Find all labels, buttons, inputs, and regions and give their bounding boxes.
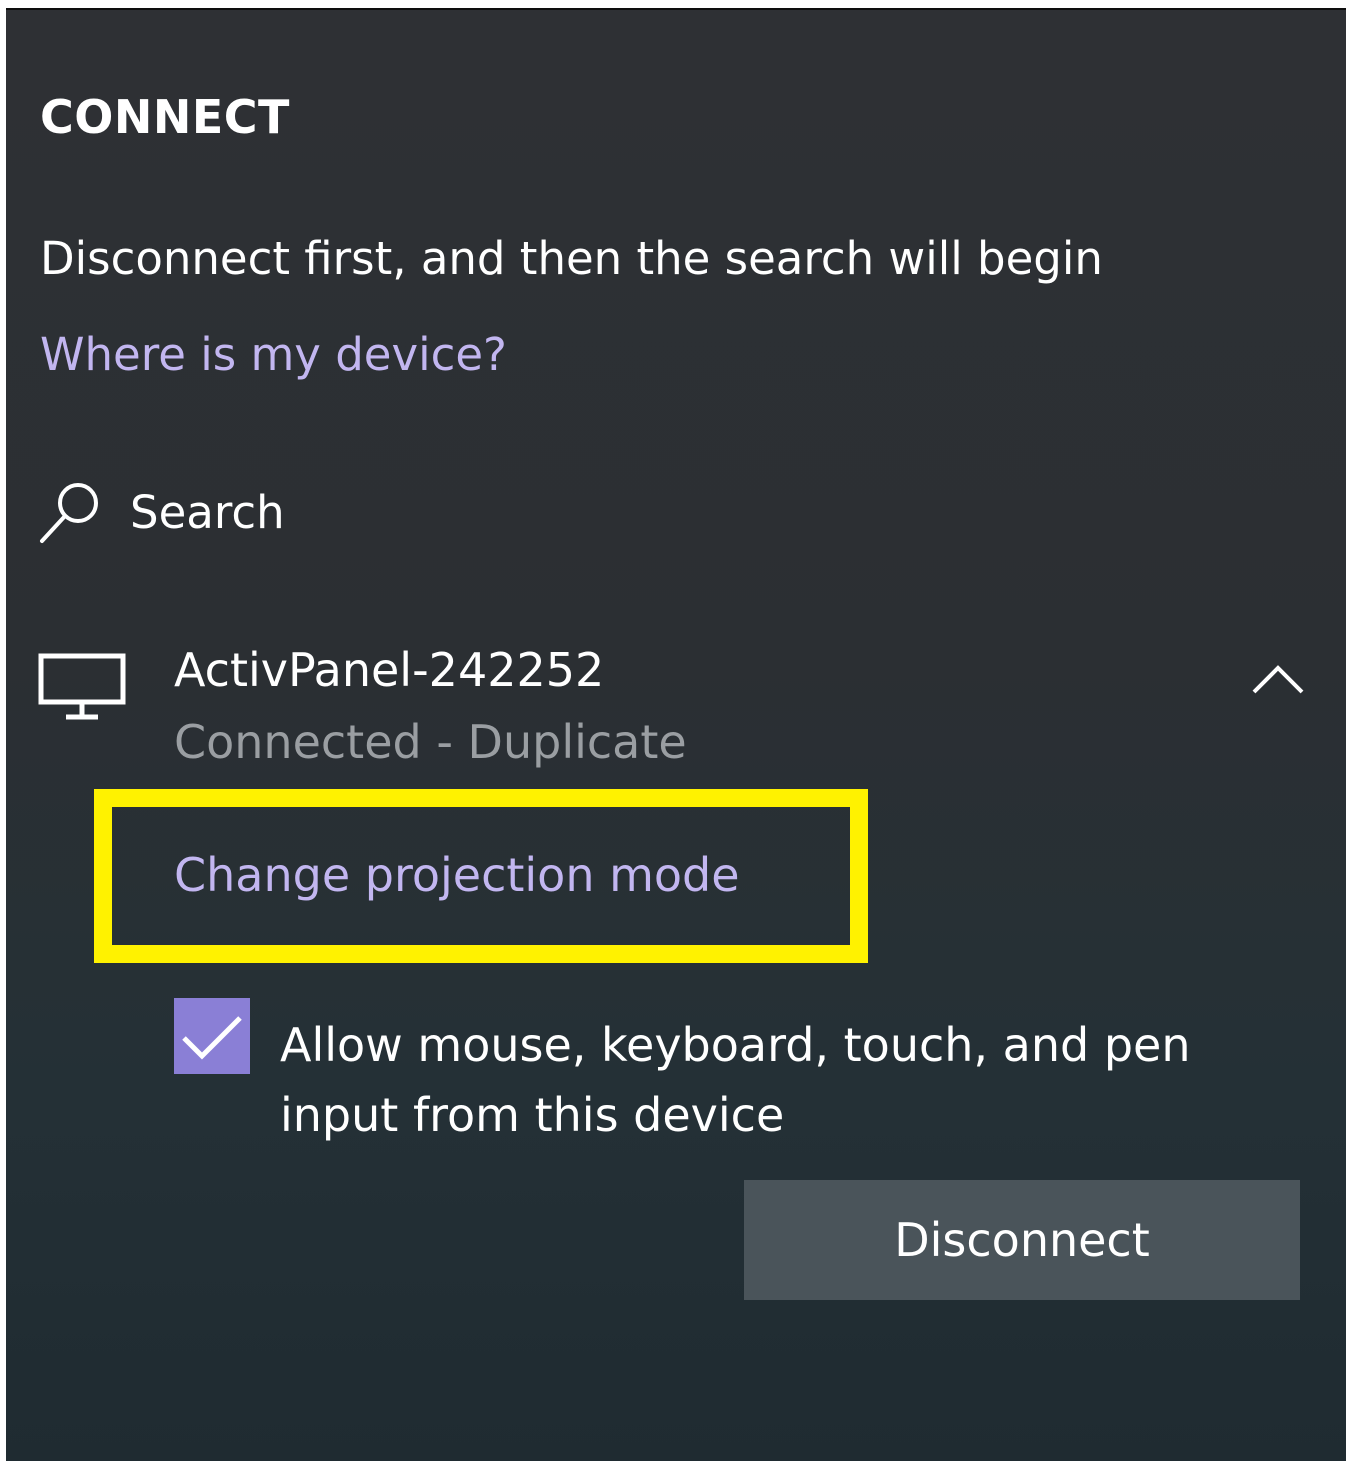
connect-panel: CONNECT Disconnect first, and then the s… [6, 8, 1346, 1461]
device-name: ActivPanel-242252 [174, 643, 605, 697]
chevron-up-icon[interactable] [1250, 658, 1306, 698]
monitor-icon [38, 653, 126, 720]
disconnect-button[interactable]: Disconnect [744, 1180, 1300, 1300]
allow-input-checkbox[interactable] [174, 998, 250, 1074]
panel-title: CONNECT [40, 90, 290, 144]
device-status: Connected - Duplicate [174, 715, 687, 769]
allow-input-label: Allow mouse, keyboard, touch, and pen in… [280, 1010, 1240, 1150]
allow-input-label-line1: Allow mouse, keyboard, touch, and pen [280, 1018, 1191, 1072]
search-icon [40, 483, 98, 543]
checkmark-icon [182, 1016, 242, 1060]
search-label: Search [130, 485, 285, 539]
allow-input-label-line2: input from this device [280, 1088, 785, 1142]
search-button[interactable]: Search [36, 472, 636, 552]
change-projection-mode-link[interactable]: Change projection mode [174, 848, 740, 902]
info-text: Disconnect first, and then the search wi… [40, 232, 1103, 285]
where-is-my-device-link[interactable]: Where is my device? [40, 328, 507, 381]
